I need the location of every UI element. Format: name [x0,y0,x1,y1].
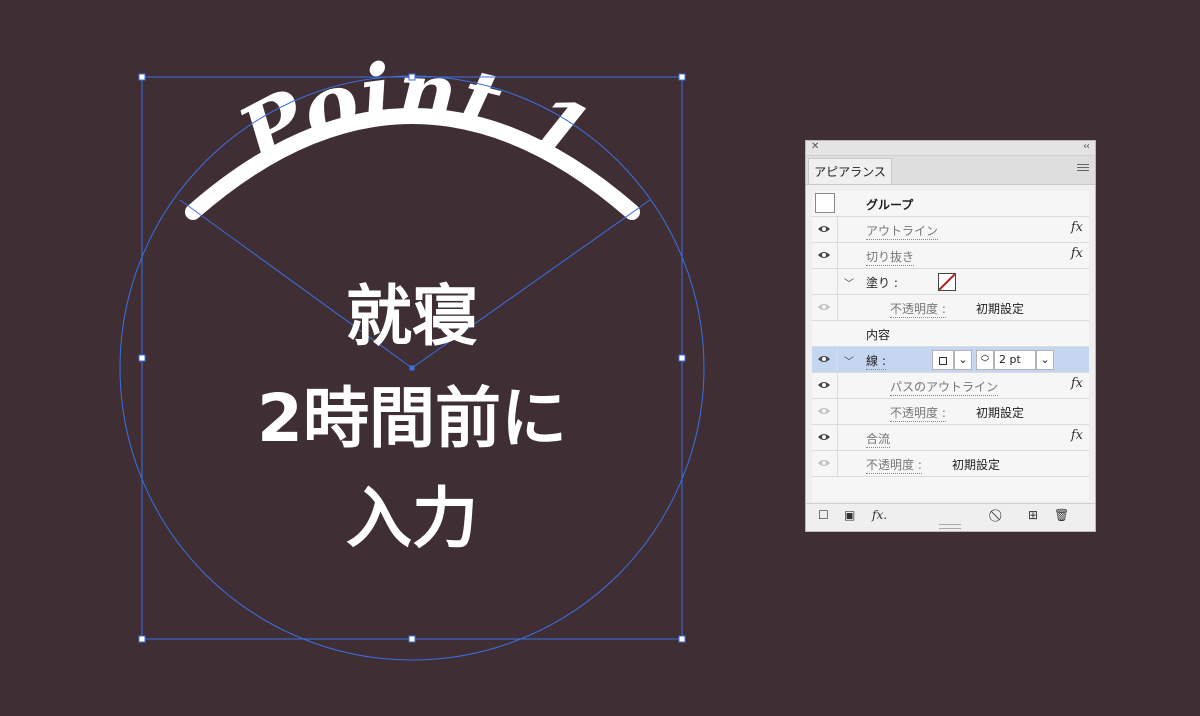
appearance-list: グループ アウトライン fx 切り抜き fx ﹀ 塗り : 不透明度 : 初期設… [812,191,1089,501]
fx-icon[interactable]: fx [1071,220,1083,235]
fx-icon[interactable]: fx [1071,376,1083,391]
weight-stepper[interactable]: ︿ ﹀ [976,350,994,370]
chevron-down-icon[interactable]: ﹀ [980,359,989,369]
eye-icon[interactable] [817,458,831,468]
row-path-outline[interactable]: パスのアウトライン fx [812,373,1089,399]
fx-icon[interactable]: fx [1071,246,1083,261]
double-chevron-icon[interactable]: ‹‹ [1083,141,1090,152]
chevron-down-icon[interactable]: ﹀ [844,353,854,368]
body-line-1: 就寝 [346,278,478,355]
hamburger-menu-icon[interactable] [1077,162,1089,174]
row-fill-opacity-label[interactable]: 不透明度 : [890,300,946,318]
handle-bottom-center[interactable] [408,635,416,643]
handle-top-left[interactable] [138,73,146,81]
panel-titlebar: ✕ ‹‹ [806,141,1095,156]
row-fill-opacity-value: 初期設定 [976,302,1025,316]
chevron-down-icon: ⌄ [958,353,968,366]
row-stroke[interactable]: ﹀ 線 : ⌄ ︿ ﹀ 2 pt ⌄ [812,347,1089,373]
body-line-2: 2時間前に [257,380,567,457]
handle-bottom-left[interactable] [138,635,146,643]
trash-icon[interactable]: 🗑 [1054,508,1069,522]
appearance-panel: ✕ ‹‹ アピアランス グループ アウトライン fx 切り抜き fx ﹀ 塗り … [805,140,1096,532]
handle-top-center[interactable] [408,73,416,81]
eye-icon[interactable] [817,354,831,364]
row-merge[interactable]: 合流 fx [812,425,1089,451]
center-point [409,365,415,371]
row-group-label: グループ [866,198,914,212]
body-line-3: 入力 [346,480,478,557]
eye-icon[interactable] [817,432,831,442]
row-opacity-value: 初期設定 [952,458,1001,472]
chevron-down-icon[interactable]: ﹀ [844,275,854,290]
arc-title: Point 1 [223,44,605,187]
eye-icon[interactable] [817,224,831,234]
row-stroke-label[interactable]: 線 : [866,352,886,370]
add-stroke-icon[interactable]: ☐ [818,508,829,522]
row-fill-opacity[interactable]: 不透明度 : 初期設定 [812,295,1089,321]
row-outline-label[interactable]: アウトライン [866,222,939,240]
eye-icon[interactable] [817,302,831,312]
eye-cell-empty[interactable] [812,269,838,294]
panel-footer: ☐ ▣ fx. ⃠ ⊞ 🗑 [806,503,1095,526]
eye-icon[interactable] [817,406,831,416]
duplicate-item-icon[interactable]: ⊞ [1028,508,1038,522]
row-stroke-opacity-label[interactable]: 不透明度 : [890,404,946,422]
fx-icon[interactable]: fx [1071,428,1083,443]
stroke-swatch-dropdown[interactable]: ⌄ [954,350,972,370]
row-outline[interactable]: アウトライン fx [812,217,1089,243]
row-fill[interactable]: ﹀ 塗り : [812,269,1089,295]
artboard[interactable]: Point 1 就寝 2時間前に 入力 [0,0,760,716]
row-merge-label[interactable]: 合流 [866,430,891,448]
tab-appearance[interactable]: アピアランス [808,158,892,184]
row-crop[interactable]: 切り抜き fx [812,243,1089,269]
stroke-swatch[interactable] [932,350,954,370]
add-fill-icon[interactable]: ▣ [844,508,855,522]
row-group[interactable]: グループ [812,191,1089,217]
row-stroke-opacity-value: 初期設定 [976,406,1025,420]
panel-tabbar: アピアランス [806,156,1095,185]
close-icon[interactable]: ✕ [811,141,819,152]
row-opacity-label[interactable]: 不透明度 : [866,456,922,474]
stroke-weight-input[interactable]: 2 pt [994,350,1036,370]
artwork-canvas[interactable]: Point 1 [0,0,760,716]
row-opacity[interactable]: 不透明度 : 初期設定 [812,451,1089,477]
row-contents[interactable]: 内容 [812,321,1089,347]
row-contents-label: 内容 [866,328,891,342]
group-thumbnail [815,193,835,213]
eye-icon[interactable] [817,250,831,260]
handle-middle-right[interactable] [678,354,686,362]
fill-swatch-none[interactable] [938,273,956,291]
eye-icon[interactable] [817,380,831,390]
handle-bottom-right[interactable] [678,635,686,643]
add-effect-icon[interactable]: fx. [872,508,887,522]
resize-grip-icon[interactable] [939,524,961,529]
row-fill-label: 塗り : [866,276,898,290]
handle-top-right[interactable] [678,73,686,81]
handle-middle-left[interactable] [138,354,146,362]
row-stroke-opacity[interactable]: 不透明度 : 初期設定 [812,399,1089,425]
row-path-outline-label[interactable]: パスのアウトライン [890,378,999,396]
chevron-down-icon: ⌄ [1040,353,1050,366]
stroke-weight-dropdown[interactable]: ⌄ [1036,350,1054,370]
row-crop-label[interactable]: 切り抜き [866,248,915,266]
